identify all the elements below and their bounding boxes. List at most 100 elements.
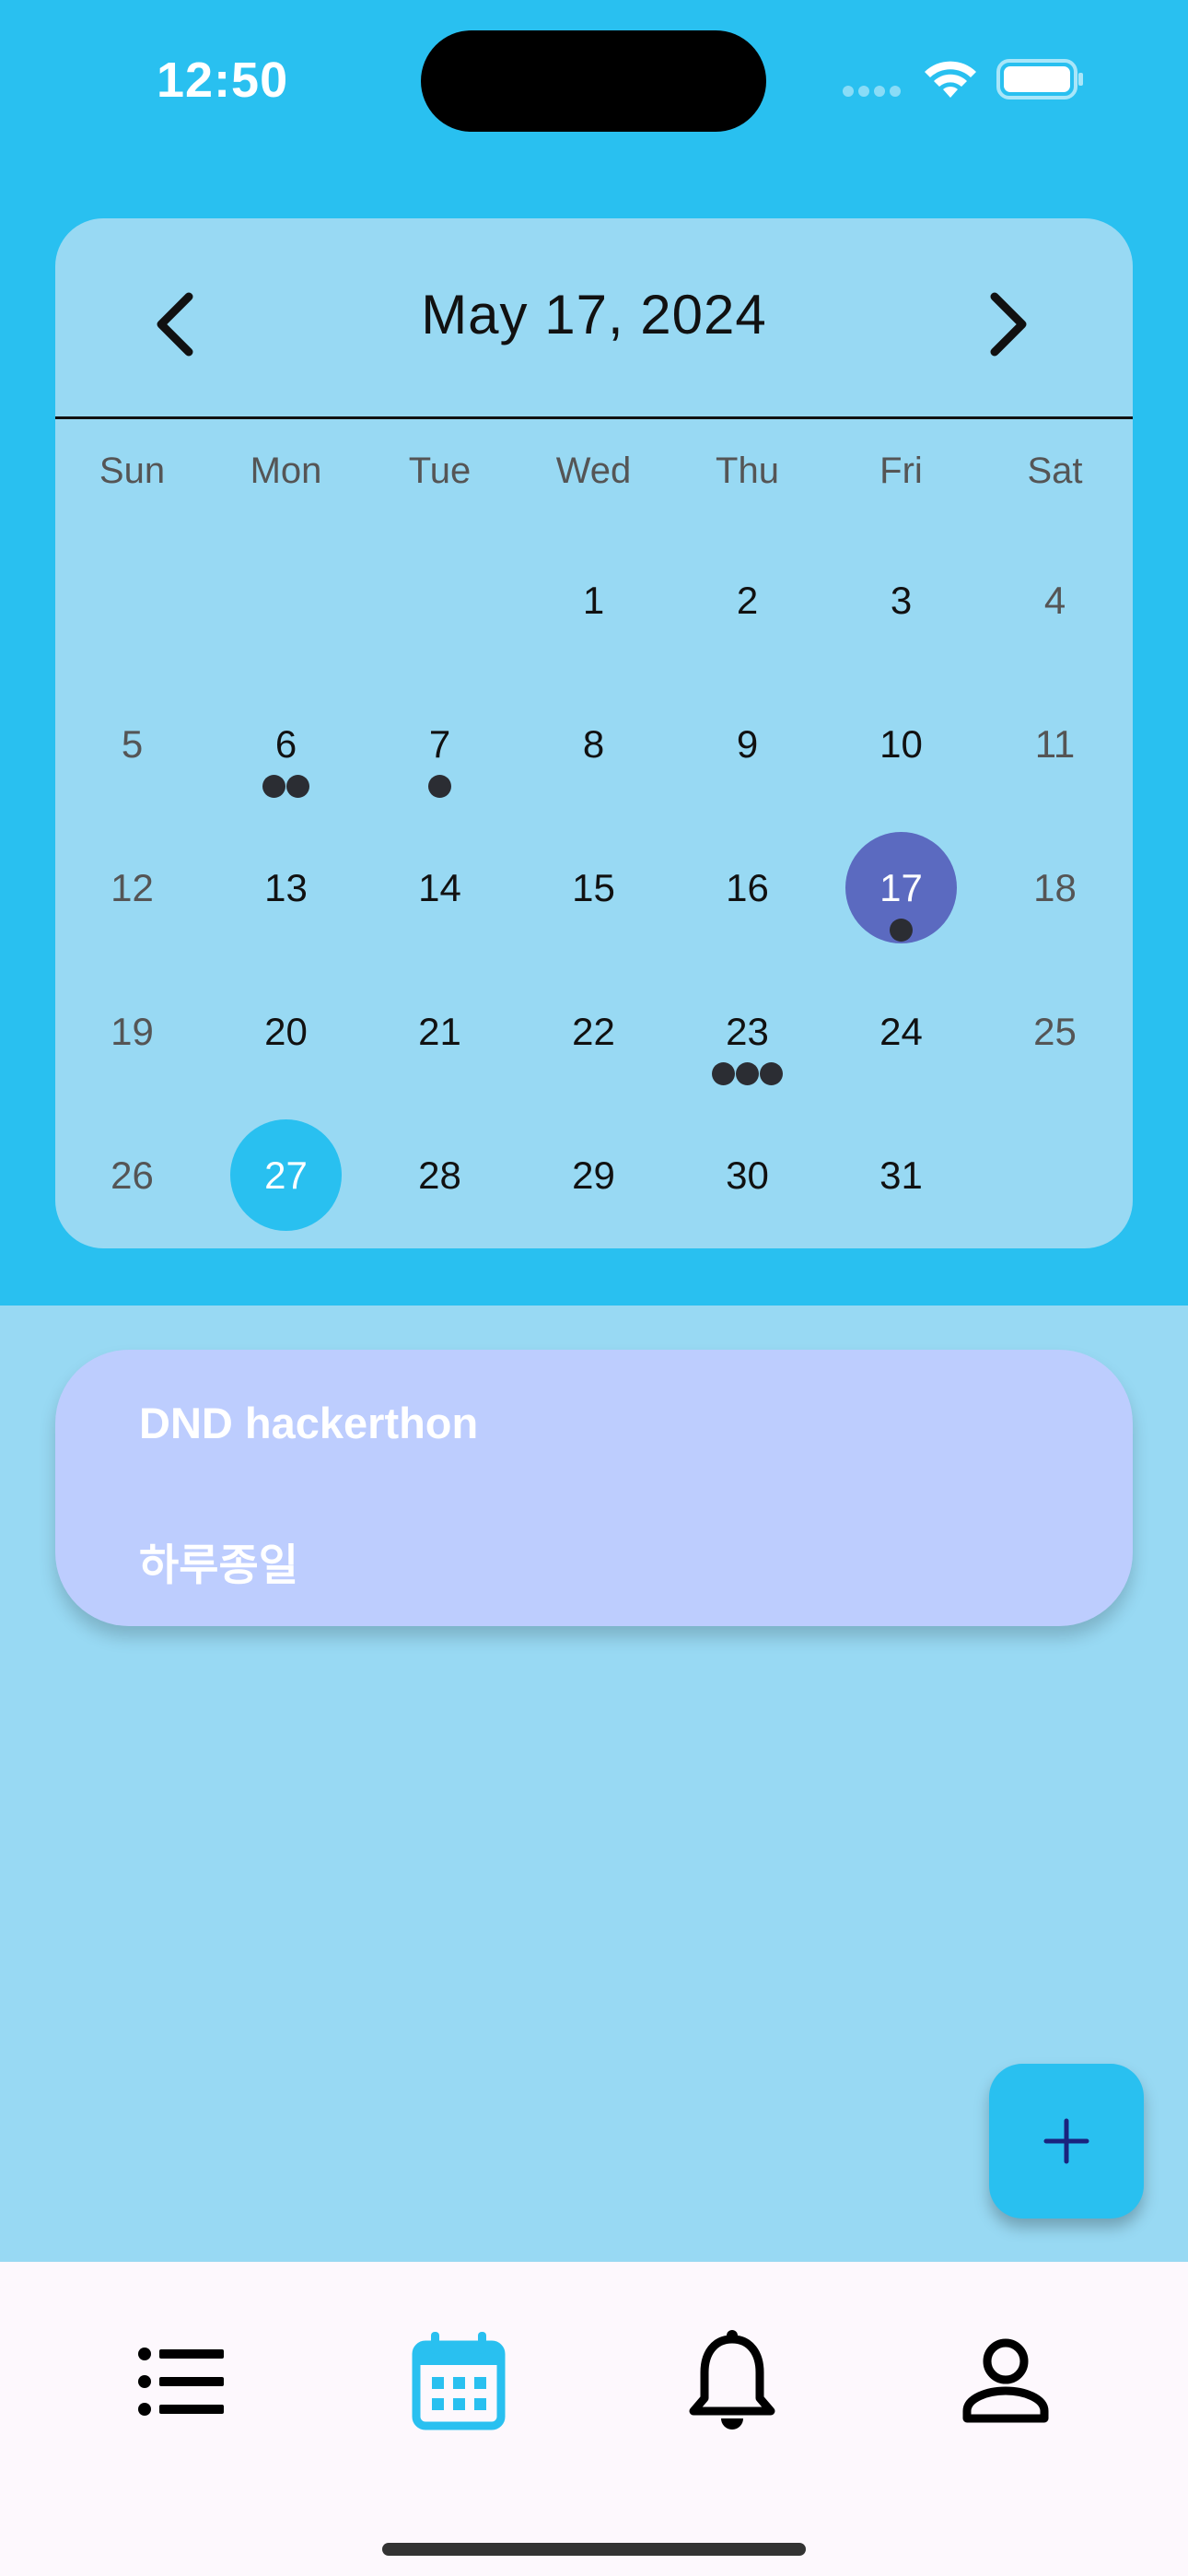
event-title: DND hackerthon [139,1399,479,1447]
event-markers [670,1062,824,1086]
battery-icon [996,59,1085,104]
event-marker-dot [286,775,309,798]
day-number: 14 [418,866,461,909]
list-icon [138,2348,224,2416]
day-number: 8 [582,722,605,766]
home-indicator [382,2543,806,2556]
event-marker-dot [890,919,913,942]
dynamic-island [421,30,766,132]
next-month-button[interactable] [976,287,1041,361]
day-number: 25 [1033,1010,1077,1053]
weekday-row: Sun Mon Tue Wed Thu Fri Sat [55,451,1133,506]
bottom-navigation [0,2262,1188,2576]
wifi-icon [921,57,980,106]
calendar-day[interactable]: 20 [209,960,363,1104]
calendar-day[interactable]: 24 [824,960,978,1104]
event-card[interactable]: DND hackerthon 하루종일 [55,1350,1133,1626]
bell-icon [689,2330,775,2430]
nav-notifications[interactable] [677,2326,787,2437]
day-number: 27 [264,1153,308,1197]
calendar-day[interactable]: 29 [517,1104,670,1247]
calendar-day[interactable]: 23 [670,960,824,1104]
calendar-day[interactable]: 28 [363,1104,517,1247]
day-number: 19 [111,1010,154,1053]
day-number: 28 [418,1153,461,1197]
day-number: 30 [726,1153,769,1197]
add-event-button[interactable] [989,2064,1144,2219]
person-icon [962,2338,1049,2423]
weekday-label: Thu [716,451,779,491]
weekday-label: Fri [879,451,923,491]
day-number: 12 [111,866,154,909]
weekday-label: Mon [250,451,322,491]
event-marker-dot [262,775,285,798]
calendar-day[interactable]: 6 [209,673,363,816]
event-markers [363,775,517,799]
calendar-header: May 17, 2024 [55,218,1133,419]
day-number: 16 [726,866,769,909]
day-number: 10 [879,722,923,766]
calendar-day[interactable]: 12 [55,816,209,960]
calendar-day[interactable]: 16 [670,816,824,960]
calendar-icon [412,2332,506,2430]
calendar-day[interactable]: 22 [517,960,670,1104]
weekday-label: Sat [1027,451,1083,491]
calendar-day[interactable]: 13 [209,816,363,960]
day-number: 11 [1034,722,1076,766]
calendar-day[interactable]: 2 [670,529,824,673]
day-number: 3 [890,579,913,622]
calendar-day[interactable]: 18 [978,816,1132,960]
calendar-day[interactable]: 11 [978,673,1132,816]
day-number: 5 [121,722,144,766]
calendar-day[interactable]: 8 [517,673,670,816]
weekday-label: Sun [99,451,166,491]
day-number: 29 [572,1153,615,1197]
calendar-day[interactable]: 7 [363,673,517,816]
event-marker-dot [428,775,451,798]
weekday-label: Tue [408,451,472,491]
calendar-day[interactable]: 10 [824,673,978,816]
calendar-day[interactable]: 19 [55,960,209,1104]
day-number: 31 [879,1153,923,1197]
day-number: 18 [1033,866,1077,909]
nav-profile[interactable] [950,2326,1061,2437]
calendar-day[interactable]: 21 [363,960,517,1104]
calendar-day-today[interactable]: 27 [209,1104,363,1247]
calendar-day[interactable]: 1 [517,529,670,673]
event-duration: 하루종일 [139,1540,298,1589]
cellular-signal-icon [843,85,905,101]
calendar-day[interactable]: 26 [55,1104,209,1247]
calendar-day[interactable]: 15 [517,816,670,960]
calendar-card: May 17, 2024 Sun Mon Tue Wed Thu Fri Sat… [55,218,1133,1248]
day-number: 20 [264,1010,308,1053]
event-markers [824,919,978,943]
event-marker-dot [712,1062,735,1085]
calendar-day[interactable]: 3 [824,529,978,673]
calendar-day[interactable]: 30 [670,1104,824,1247]
event-marker-dot [736,1062,759,1085]
calendar-day[interactable]: 31 [824,1104,978,1247]
day-number: 24 [879,1010,923,1053]
weekday-label: Wed [555,451,632,491]
day-number: 22 [572,1010,615,1053]
day-number: 13 [264,866,308,909]
nav-list[interactable] [126,2326,237,2437]
calendar-title: May 17, 2024 [421,284,767,345]
calendar-day[interactable]: 5 [55,673,209,816]
calendar-day[interactable]: 4 [978,529,1132,673]
day-number: 15 [572,866,615,909]
day-number: 4 [1043,579,1066,622]
day-number: 2 [736,579,759,622]
event-markers [209,775,363,799]
calendar-day-selected[interactable]: 17 [824,816,978,960]
day-number: 26 [111,1153,154,1197]
status-bar: 12:50 [0,0,1188,161]
day-number: 21 [418,1010,461,1053]
calendar-day[interactable]: 25 [978,960,1132,1104]
day-number: 9 [736,722,759,766]
nav-calendar[interactable] [403,2326,514,2437]
calendar-day[interactable]: 14 [363,816,517,960]
calendar-day[interactable]: 9 [670,673,824,816]
event-marker-dot [760,1062,783,1085]
plus-icon [1043,2118,1089,2164]
